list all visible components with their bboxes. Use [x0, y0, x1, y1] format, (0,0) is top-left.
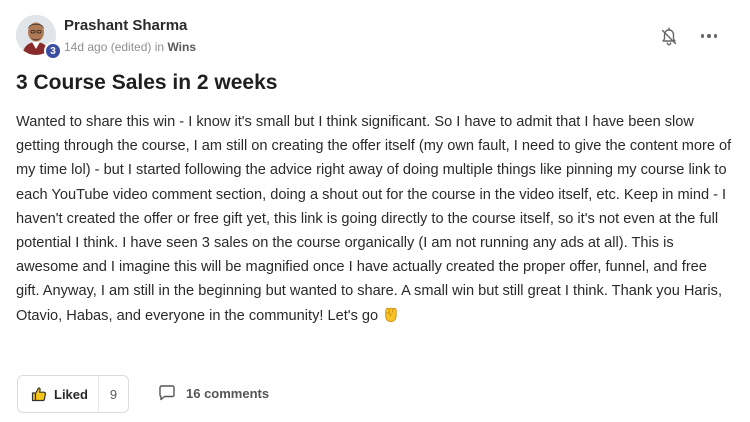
notification-toggle-button[interactable] [659, 27, 679, 47]
author-avatar-wrap[interactable]: 3 [16, 15, 62, 60]
post-meta: 14d ago (edited) in Wins [64, 40, 196, 54]
post-title: 3 Course Sales in 2 weeks [16, 71, 278, 94]
post-time: 14d ago (edited) [64, 40, 152, 54]
comments-label: 16 comments [186, 385, 270, 401]
thumbs-up-icon [31, 387, 47, 402]
more-horizontal-icon-dot [713, 34, 718, 38]
raised-fist-icon [385, 307, 397, 322]
post-body-text: Wanted to share this win - I know it's s… [16, 114, 732, 324]
post-category[interactable]: Wins [167, 40, 196, 54]
like-button[interactable]: Liked 9 [17, 375, 129, 413]
more-horizontal-icon-dot [707, 34, 711, 38]
post-meta-in: in [154, 40, 165, 54]
bell-off-icon [661, 27, 677, 46]
comment-bubble-icon [159, 385, 175, 401]
comments-button[interactable]: 16 comments [158, 384, 269, 402]
like-label: Liked [54, 386, 88, 402]
post-body: Wanted to share this win - I know it's s… [16, 110, 734, 328]
like-count[interactable]: 9 [98, 387, 129, 402]
more-options-button[interactable] [697, 26, 721, 46]
author-name[interactable]: Prashant Sharma [64, 17, 187, 34]
level-badge: 3 [44, 42, 62, 60]
more-horizontal-icon-dot [700, 34, 705, 38]
